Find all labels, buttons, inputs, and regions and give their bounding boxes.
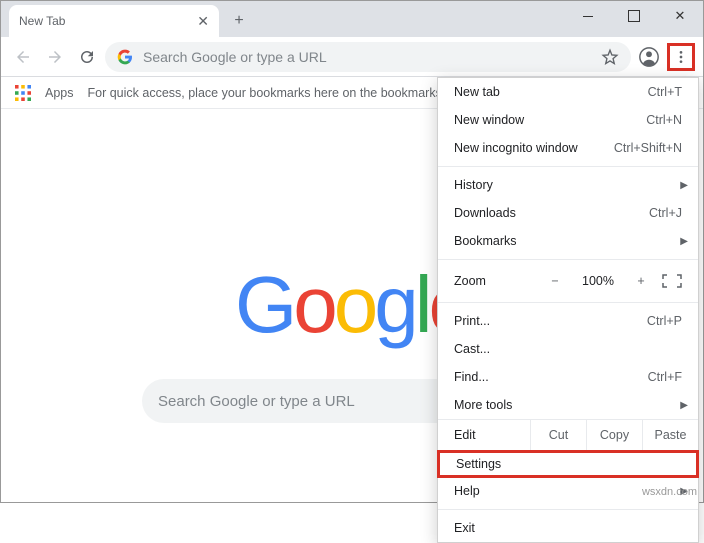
menu-shortcut: Ctrl+J — [649, 206, 682, 220]
menu-incognito[interactable]: New incognito window Ctrl+Shift+N — [438, 134, 698, 162]
menu-print[interactable]: Print... Ctrl+P — [438, 307, 698, 335]
watermark: wsxdn.com — [642, 486, 697, 498]
zoom-out-button[interactable]: − — [544, 274, 566, 288]
menu-label: More tools — [454, 398, 512, 412]
edit-copy-button[interactable]: Copy — [586, 420, 642, 450]
reload-button[interactable] — [73, 43, 101, 71]
menu-shortcut: Ctrl+P — [647, 314, 682, 328]
menu-shortcut: Ctrl+Shift+N — [614, 141, 682, 155]
back-button[interactable] — [9, 43, 37, 71]
menu-new-tab[interactable]: New tab Ctrl+T — [438, 78, 698, 106]
new-tab-button[interactable]: + — [225, 7, 253, 35]
fullscreen-button[interactable] — [662, 274, 682, 288]
menu-shortcut: Ctrl+T — [648, 85, 682, 99]
arrow-right-icon — [46, 48, 64, 66]
menu-label: New tab — [454, 85, 500, 99]
menu-label: New window — [454, 113, 524, 127]
main-menu-button[interactable] — [667, 43, 695, 71]
kebab-icon — [673, 49, 689, 65]
arrow-left-icon — [14, 48, 32, 66]
google-logo: Google — [235, 259, 469, 351]
google-g-icon — [117, 49, 133, 65]
title-bar: New Tab ✕ + — [1, 1, 703, 37]
menu-label: Exit — [454, 521, 475, 535]
tab-title: New Tab — [19, 14, 65, 28]
bookmarks-hint: For quick access, place your bookmarks h… — [88, 86, 460, 100]
menu-new-window[interactable]: New window Ctrl+N — [438, 106, 698, 134]
window-controls — [565, 1, 703, 31]
user-icon — [638, 46, 660, 68]
chevron-right-icon: ▶ — [680, 236, 688, 247]
window-maximize-button[interactable] — [611, 1, 657, 31]
zoom-value: 100% — [576, 274, 620, 288]
menu-bookmarks[interactable]: Bookmarks ▶ — [438, 227, 698, 255]
menu-zoom: Zoom − 100% + — [438, 264, 698, 298]
fullscreen-icon — [662, 274, 682, 288]
menu-label: Bookmarks — [454, 234, 517, 248]
menu-separator — [438, 166, 698, 167]
menu-label: Zoom — [454, 274, 534, 288]
menu-label: Downloads — [454, 206, 516, 220]
menu-find[interactable]: Find... Ctrl+F — [438, 363, 698, 391]
menu-separator — [438, 302, 698, 303]
omnibox-placeholder: Search Google or type a URL — [143, 49, 327, 65]
toolbar: Search Google or type a URL — [1, 37, 703, 77]
window-close-button[interactable] — [657, 1, 703, 31]
menu-label: Help — [454, 484, 480, 498]
menu-downloads[interactable]: Downloads Ctrl+J — [438, 199, 698, 227]
menu-more-tools[interactable]: More tools ▶ — [438, 391, 698, 419]
edit-paste-button[interactable]: Paste — [642, 420, 698, 450]
apps-label[interactable]: Apps — [45, 86, 74, 100]
window-minimize-button[interactable] — [565, 1, 611, 31]
menu-label: Cast... — [454, 342, 490, 356]
menu-history[interactable]: History ▶ — [438, 171, 698, 199]
forward-button[interactable] — [41, 43, 69, 71]
bookmark-star-icon[interactable] — [601, 48, 619, 66]
menu-exit[interactable]: Exit — [438, 514, 698, 542]
menu-label: Print... — [454, 314, 490, 328]
menu-edit-row: Edit Cut Copy Paste — [438, 419, 698, 451]
chevron-right-icon: ▶ — [680, 400, 688, 411]
menu-settings[interactable]: Settings — [437, 450, 699, 478]
reload-icon — [78, 48, 96, 66]
menu-shortcut: Ctrl+F — [648, 370, 682, 384]
profile-button[interactable] — [635, 43, 663, 71]
browser-tab[interactable]: New Tab ✕ — [9, 5, 219, 37]
omnibox[interactable]: Search Google or type a URL — [105, 42, 631, 72]
main-menu: New tab Ctrl+T New window Ctrl+N New inc… — [437, 77, 699, 543]
menu-separator — [438, 509, 698, 510]
menu-cast[interactable]: Cast... — [438, 335, 698, 363]
menu-label: New incognito window — [454, 141, 578, 155]
chevron-right-icon: ▶ — [680, 180, 688, 191]
search-placeholder: Search Google or type a URL — [158, 393, 355, 410]
menu-shortcut: Ctrl+N — [646, 113, 682, 127]
apps-grid-icon[interactable] — [15, 85, 31, 101]
tab-close-icon[interactable]: ✕ — [197, 13, 209, 30]
menu-label: Edit — [438, 428, 530, 442]
menu-separator — [438, 259, 698, 260]
zoom-in-button[interactable]: + — [630, 274, 652, 288]
edit-cut-button[interactable]: Cut — [530, 420, 586, 450]
menu-label: Find... — [454, 370, 489, 384]
menu-label: History — [454, 178, 493, 192]
menu-label: Settings — [456, 457, 501, 471]
